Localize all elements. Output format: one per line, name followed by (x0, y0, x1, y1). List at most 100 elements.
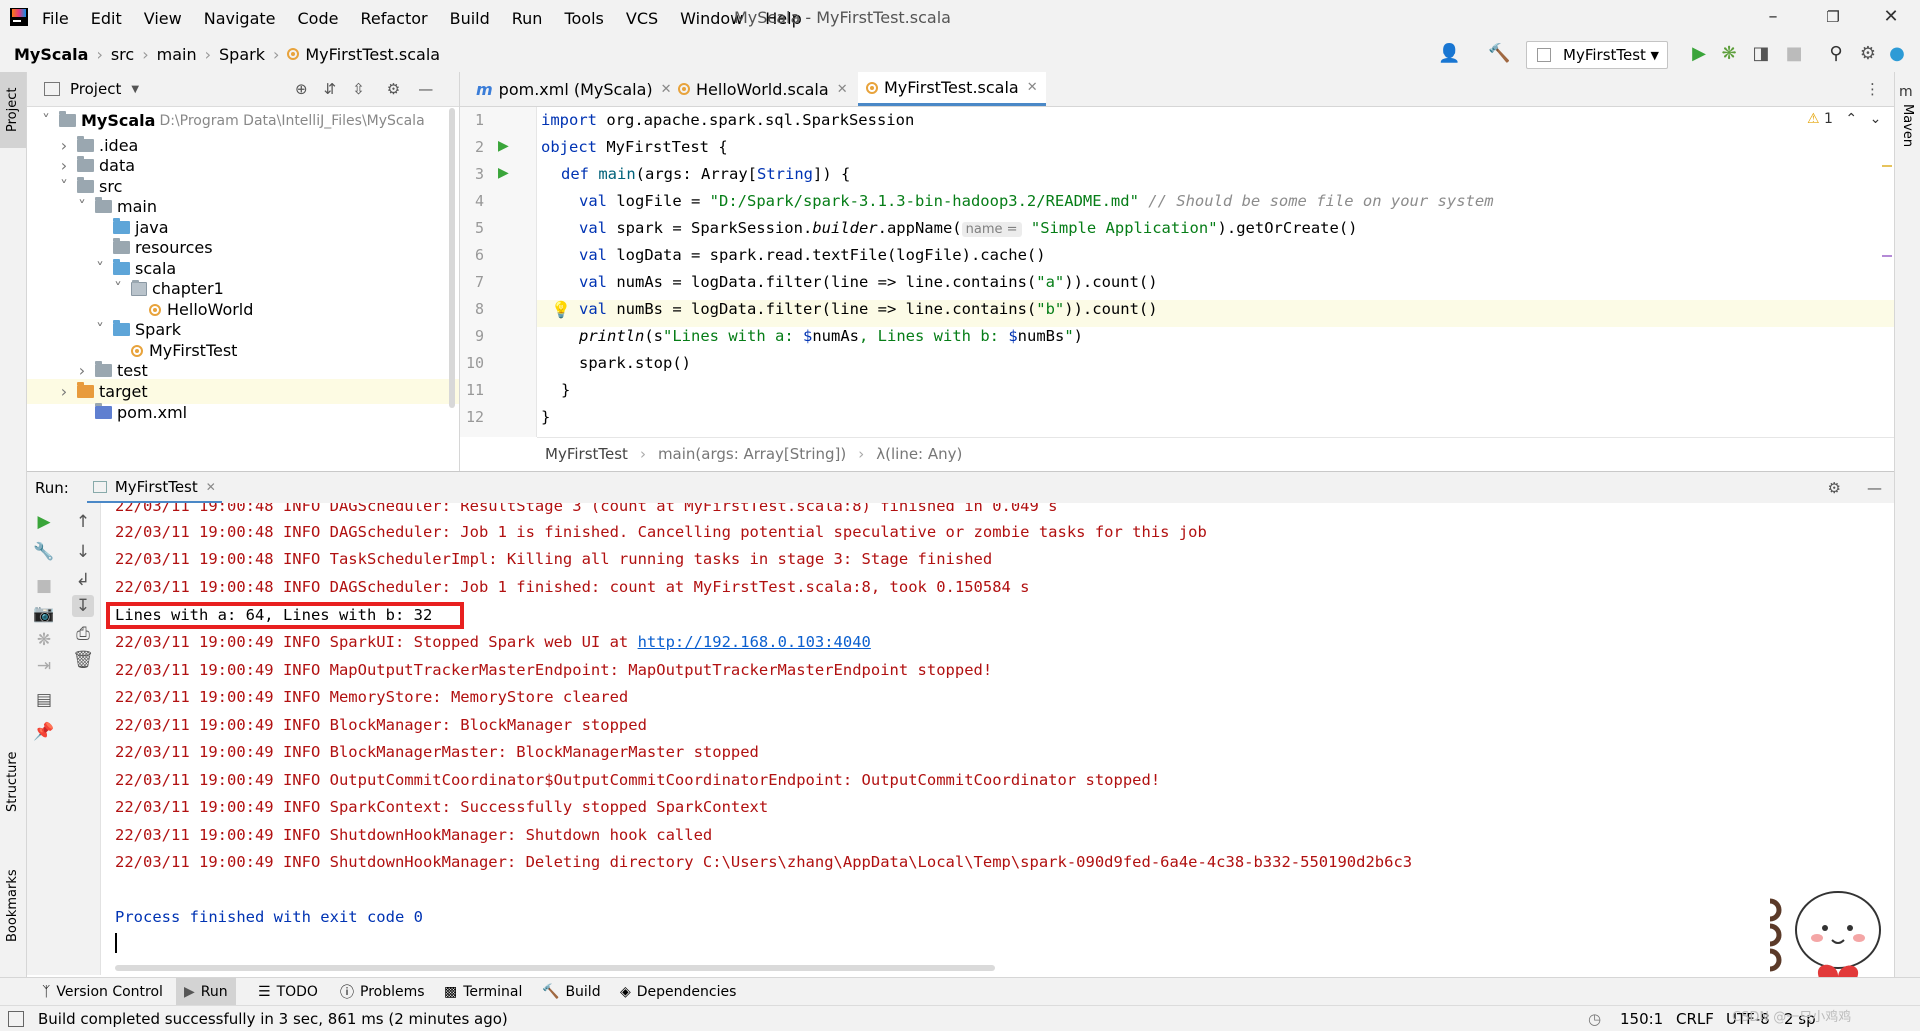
chevron-up-icon[interactable]: ⌃ (1845, 111, 1857, 127)
layout-icon[interactable]: ▤ (33, 689, 55, 711)
menu-view[interactable]: View (144, 9, 182, 28)
chevron-right-icon[interactable]: › (57, 156, 71, 175)
more-tabs-icon[interactable]: ⋮ (1865, 80, 1880, 98)
gear-icon[interactable]: ⚙ (1857, 43, 1879, 65)
project-stripe-label[interactable]: Project (5, 88, 20, 132)
menu-file[interactable]: File (42, 9, 69, 28)
scroll-to-end-icon[interactable]: ↧ (72, 595, 94, 617)
bulb-icon[interactable]: 💡 (551, 300, 571, 319)
wrench-icon[interactable]: 🔧 (33, 541, 55, 563)
tree-item-pom-xml[interactable]: pom.xml (27, 400, 459, 425)
run-gutter-icon[interactable]: ▶ (498, 165, 509, 181)
tool-version-control[interactable]: ᛉ Version Control (34, 978, 171, 1006)
status-message[interactable]: Build completed successfully in 3 sec, 8… (38, 1010, 508, 1028)
jetbrains-icon[interactable]: ● (1886, 43, 1908, 65)
project-scrollbar[interactable] (449, 108, 455, 408)
menu-vcs[interactable]: VCS (626, 9, 658, 28)
tree-item-myscala[interactable]: ˅ MyScala D:\Program Data\IntelliJ_Files\… (27, 108, 459, 133)
close-icon[interactable]: ✕ (206, 480, 216, 494)
structure-stripe-label[interactable]: Structure (5, 752, 20, 812)
breadcrumb-main[interactable]: main (157, 45, 197, 64)
horizontal-scrollbar[interactable] (115, 965, 995, 971)
locate-icon[interactable]: ⊕ (295, 80, 308, 98)
crumb-method[interactable]: main(args: Array[String]) (658, 445, 846, 463)
breadcrumb-spark[interactable]: Spark (219, 45, 265, 64)
camera-icon[interactable]: 📷 (33, 603, 55, 625)
debug-icon[interactable]: ❋ (33, 629, 55, 651)
stop-icon[interactable]: ■ (33, 575, 55, 597)
chevron-down-icon[interactable]: ˅ (93, 320, 107, 339)
crumb-object[interactable]: MyFirstTest (545, 445, 628, 463)
console-output[interactable]: 22/03/11 19:00:48 INFO DAGScheduler: Res… (101, 503, 1894, 975)
tool-run[interactable]: ▶ Run (176, 978, 236, 1006)
hide-icon[interactable]: — (1867, 479, 1882, 497)
menu-run[interactable]: Run (512, 9, 543, 28)
chevron-down-icon[interactable]: ˅ (39, 111, 53, 130)
project-panel-title[interactable]: Project (70, 80, 121, 98)
status-icon[interactable] (8, 1010, 24, 1027)
collapse-all-icon[interactable]: ⇳ (352, 80, 365, 98)
spark-ui-link[interactable]: http://192.168.0.103:4040 (638, 633, 871, 651)
tab-helloworld[interactable]: HelloWorld.scala ✕ (670, 72, 856, 106)
menu-edit[interactable]: Edit (91, 9, 122, 28)
run-configuration-select[interactable]: MyFirstTest ▼ (1526, 41, 1668, 69)
minimize-icon[interactable]: – (1758, 6, 1788, 30)
user-icon[interactable]: 👤 (1438, 43, 1460, 65)
tool-todo[interactable]: ☰ TODO (250, 978, 326, 1006)
caret-position[interactable]: 150:1 (1620, 1010, 1663, 1028)
gear-icon[interactable]: ⚙ (387, 80, 400, 98)
arrow-down-icon[interactable]: ↓ (72, 541, 94, 563)
crumb-lambda[interactable]: λ(line: Any) (876, 445, 962, 463)
tool-problems[interactable]: ⓘ Problems (332, 978, 433, 1006)
line-separator[interactable]: CRLF (1676, 1010, 1714, 1028)
arrow-up-icon[interactable]: ↑ (72, 511, 94, 533)
breadcrumb-project[interactable]: MyScala (14, 45, 88, 64)
run-tab[interactable]: MyFirstTest ✕ (86, 472, 222, 504)
inspection-widget[interactable]: ⚠ 1 ⌃ ⌄ (1807, 111, 1881, 127)
build-hammer-icon[interactable]: 🔨 (1488, 43, 1510, 65)
close-icon[interactable]: ✕ (837, 82, 848, 97)
tab-myfirsttest[interactable]: MyFirstTest.scala ✕ (858, 72, 1046, 106)
main-menu: File Edit View Navigate Code Refactor Bu… (42, 0, 824, 36)
gear-icon[interactable]: ⚙ (1828, 479, 1841, 497)
chevron-down-icon[interactable]: ˅ (111, 279, 125, 298)
expand-all-icon[interactable]: ⇵ (324, 80, 337, 98)
menu-build[interactable]: Build (450, 9, 490, 28)
rerun-icon[interactable]: ▶ (33, 511, 55, 533)
pin-icon[interactable]: 📌 (33, 721, 55, 743)
menu-code[interactable]: Code (298, 9, 339, 28)
tool-dependencies[interactable]: ◈ Dependencies (612, 978, 744, 1006)
soft-wrap-icon[interactable]: ↲ (72, 569, 94, 591)
close-icon[interactable]: ✕ (1027, 80, 1038, 95)
stop-icon[interactable]: ■ (1783, 43, 1805, 65)
chevron-down-icon[interactable]: ⌄ (1870, 111, 1882, 127)
tool-terminal[interactable]: ▩ Terminal (436, 978, 530, 1006)
tool-build[interactable]: 🔨 Build (534, 978, 609, 1006)
run-icon[interactable]: ▶ (1688, 43, 1710, 65)
close-window-icon[interactable]: ✕ (1876, 6, 1906, 30)
trash-icon[interactable]: 🗑 (72, 649, 94, 671)
exit-icon[interactable]: ⇥ (33, 655, 55, 677)
menu-refactor[interactable]: Refactor (360, 9, 427, 28)
code-editor[interactable]: import org.apache.spark.sql.SparkSession… (537, 107, 1894, 437)
coverage-icon[interactable]: ◨ (1750, 43, 1772, 65)
warning-marker[interactable] (1882, 165, 1892, 167)
breadcrumb-src[interactable]: src (111, 45, 134, 64)
breadcrumb-file[interactable]: MyFirstTest.scala (305, 45, 440, 64)
restore-icon[interactable]: ❐ (1818, 8, 1848, 32)
menu-tools[interactable]: Tools (564, 9, 603, 28)
debug-icon[interactable]: ❋ (1718, 43, 1740, 65)
chevron-down-icon[interactable]: ▼ (131, 84, 139, 95)
run-gutter-icon[interactable]: ▶ (498, 138, 509, 154)
hide-icon[interactable]: — (418, 80, 433, 98)
maven-stripe-label[interactable]: Maven (1900, 104, 1915, 147)
tab-pom-xml[interactable]: m pom.xml (MyScala) ✕ (468, 72, 680, 106)
marker[interactable] (1882, 255, 1892, 257)
search-icon[interactable]: ⚲ (1825, 43, 1847, 65)
menu-navigate[interactable]: Navigate (204, 9, 276, 28)
chevron-down-icon[interactable]: ˅ (75, 197, 89, 216)
chevron-right-icon[interactable]: › (75, 361, 89, 380)
print-icon[interactable]: ⎙ (72, 623, 94, 645)
chevron-right-icon[interactable]: › (57, 382, 71, 401)
bookmarks-stripe-label[interactable]: Bookmarks (5, 869, 20, 942)
